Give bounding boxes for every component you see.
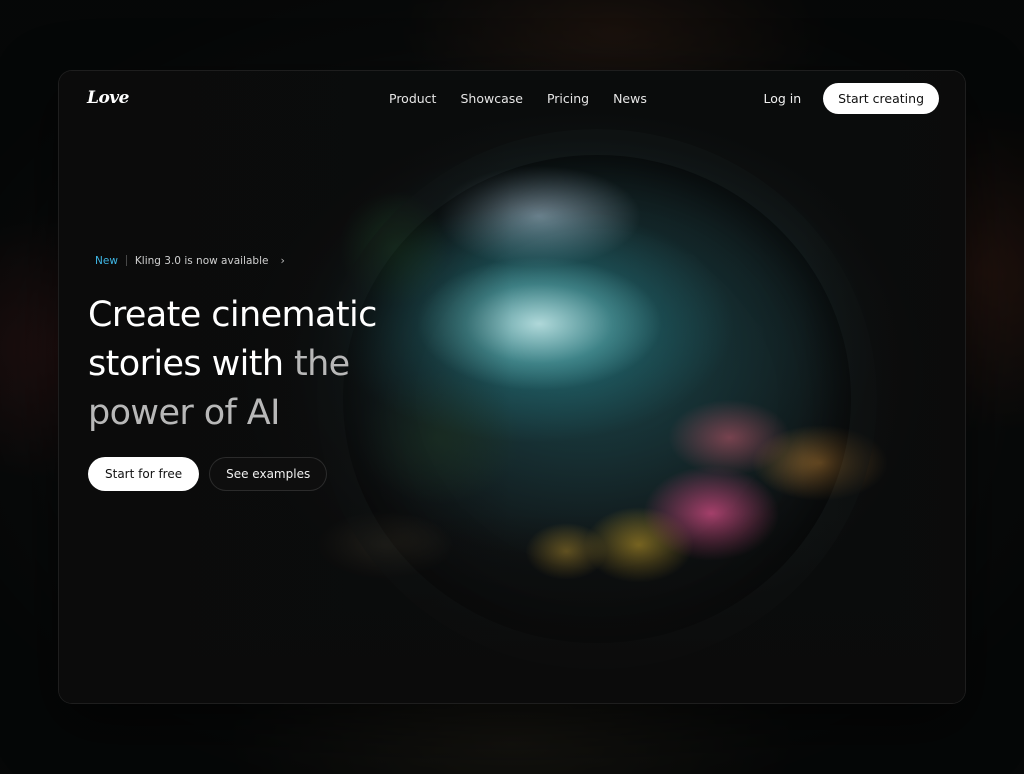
chevron-right-icon: › [280, 254, 285, 267]
hero-cta-row: Start for free See examples [88, 457, 328, 491]
headline-line-2-bright: stories with [88, 344, 294, 384]
nav-link-showcase[interactable]: Showcase [460, 91, 522, 106]
brand-logo[interactable]: Love [87, 88, 130, 108]
nav-link-product[interactable]: Product [389, 91, 436, 106]
headline-line-1: Create cinematic [88, 295, 377, 335]
top-nav: Love Product Showcase Pricing News Log i… [59, 71, 965, 125]
start-for-free-button[interactable]: Start for free [88, 457, 200, 491]
nav-actions: Log in Start creating [763, 82, 939, 114]
nav-links: Product Showcase Pricing News [389, 71, 647, 125]
hero-headline: Create cinematic stories with the power … [88, 291, 488, 438]
see-examples-button[interactable]: See examples [209, 457, 328, 491]
announcement-badge[interactable]: New Kling 3.0 is now available › [95, 254, 285, 267]
headline-line-2-dim: the [293, 344, 350, 384]
badge-divider [125, 255, 127, 266]
nav-link-news[interactable]: News [613, 91, 647, 106]
badge-text: Kling 3.0 is now available [134, 254, 269, 267]
start-creating-button[interactable]: Start creating [823, 82, 939, 114]
hero-card: Love Product Showcase Pricing News Log i… [58, 70, 966, 704]
login-link[interactable]: Log in [763, 91, 801, 106]
badge-new-tag: New [95, 254, 118, 267]
nav-link-pricing[interactable]: Pricing [547, 91, 589, 106]
headline-line-3-dim: power of AI [88, 393, 280, 433]
